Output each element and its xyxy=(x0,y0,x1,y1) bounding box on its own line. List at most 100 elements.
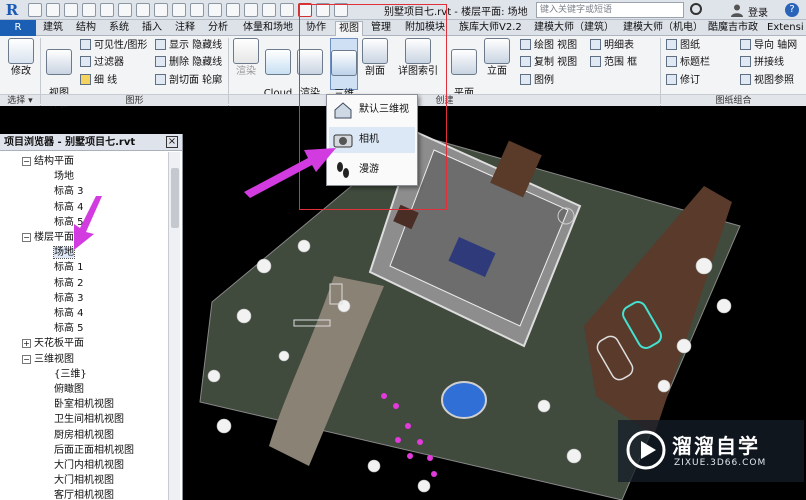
tree-item[interactable]: 大门内相机视图 xyxy=(54,458,124,473)
schedules-button[interactable]: 明细表 xyxy=(590,39,634,52)
print-icon[interactable] xyxy=(118,3,132,17)
tree-item[interactable]: 客厅相机视图 xyxy=(54,488,114,500)
save-icon[interactable] xyxy=(46,3,60,17)
file-tab[interactable]: R xyxy=(0,20,36,36)
tree-item[interactable]: 俯瞰图 xyxy=(54,382,84,397)
section-icon[interactable] xyxy=(226,3,240,17)
collapse-icon[interactable]: − xyxy=(22,157,31,166)
login-link[interactable]: 登录 xyxy=(748,4,768,19)
sheet-button[interactable]: 图纸 xyxy=(666,39,700,52)
tab-modeling-mep[interactable]: 建模大师（机电） xyxy=(620,21,706,36)
tab-manage[interactable]: 管理 xyxy=(368,21,394,36)
legends-button[interactable]: 图例 xyxy=(520,74,554,87)
tree-item[interactable]: 标高 5 xyxy=(54,321,84,336)
tree-item[interactable]: 厨房相机视图 xyxy=(54,428,114,443)
tree-item[interactable]: 标高 4 xyxy=(54,306,84,321)
close-hidden-icon[interactable] xyxy=(262,3,276,17)
render-button[interactable]: 渲染 xyxy=(232,38,260,77)
collapse-icon[interactable]: − xyxy=(22,233,31,242)
tree-item[interactable]: {三维} xyxy=(54,367,87,382)
section-button[interactable]: 剖面 xyxy=(362,38,388,77)
camera-item[interactable]: 相机 xyxy=(329,127,415,153)
title-block-button[interactable]: 标题栏 xyxy=(666,56,710,69)
duplicate-view-button[interactable]: 复制 视图 xyxy=(520,56,577,69)
tree-item[interactable]: 标高 1 xyxy=(54,260,84,275)
tree-group[interactable]: − 楼层平面 xyxy=(22,230,74,245)
elevation-button[interactable]: 立面 xyxy=(484,38,510,77)
tree-item[interactable]: 后面正面相机视图 xyxy=(54,443,134,458)
callout-button[interactable]: 详图索引 xyxy=(394,38,442,77)
tab-annotate[interactable]: 注释 xyxy=(172,21,198,36)
walkthrough-item[interactable]: 漫游 xyxy=(329,157,415,183)
undo-icon[interactable] xyxy=(82,3,96,17)
tab-insert[interactable]: 插入 xyxy=(139,21,165,36)
collapse-icon[interactable]: − xyxy=(22,354,31,364)
tree-item[interactable]: 标高 3 xyxy=(54,291,84,306)
help-icon[interactable]: ? xyxy=(785,3,799,17)
qat-customize-icon[interactable] xyxy=(334,3,348,17)
user-icon[interactable] xyxy=(730,3,744,17)
revit-logo-icon[interactable]: R xyxy=(3,1,21,19)
expand-icon[interactable]: + xyxy=(22,339,31,349)
tree-item[interactable]: 标高 3 xyxy=(54,184,84,199)
tab-massing-site[interactable]: 体量和场地 xyxy=(240,21,296,36)
tab-modeling-arch[interactable]: 建模大师（建筑） xyxy=(531,21,617,36)
qat-view-icon[interactable] xyxy=(298,3,312,17)
tree-item[interactable]: 场地 xyxy=(53,245,75,260)
default-3d-icon[interactable] xyxy=(208,3,222,17)
redo-icon[interactable] xyxy=(100,3,114,17)
tab-municipal[interactable]: 酷魔吉市政 xyxy=(705,21,761,36)
tree-group[interactable]: − 三维视图 xyxy=(22,352,74,367)
view-reference-button[interactable]: 视图参照 xyxy=(740,74,794,87)
visibility-graphics-button[interactable]: 可见性/图形 xyxy=(80,39,147,52)
thin-lines-button[interactable]: 细 线 xyxy=(80,74,117,87)
tag-icon[interactable] xyxy=(172,3,186,17)
search-icon[interactable] xyxy=(690,3,702,15)
open-icon[interactable] xyxy=(28,3,42,17)
revisions-button[interactable]: 修订 xyxy=(666,74,700,87)
default-3d-view-item[interactable]: 默认三维视图 xyxy=(329,97,415,141)
tab-analyze[interactable]: 分析 xyxy=(205,21,231,36)
tree-item[interactable]: 标高 5 xyxy=(54,215,84,230)
tree-item[interactable]: 标高 4 xyxy=(54,200,84,215)
three-d-view-button[interactable]: 三维 视图 xyxy=(330,38,358,111)
tab-extensions[interactable]: Extensi xyxy=(764,21,806,36)
modify-button[interactable]: 修改 xyxy=(6,38,36,77)
tab-collaborate[interactable]: 协作 xyxy=(303,21,329,36)
matchline-button[interactable]: 拼接线 xyxy=(740,56,784,69)
tab-addins[interactable]: 附加模块 xyxy=(402,21,448,36)
tab-architecture[interactable]: 建筑 xyxy=(40,21,66,36)
remove-hidden-lines-button[interactable]: 删除 隐藏线 xyxy=(155,56,222,69)
tree-item[interactable]: 大门相机视图 xyxy=(54,473,114,488)
tab-structure[interactable]: 结构 xyxy=(73,21,99,36)
tree-group[interactable]: + 天花板平面 xyxy=(22,336,84,351)
sync-icon[interactable] xyxy=(64,3,78,17)
tab-family-library[interactable]: 族库大师V2.2 xyxy=(456,21,525,36)
tab-systems[interactable]: 系统 xyxy=(106,21,132,36)
browser-scrollbar[interactable] xyxy=(168,152,180,500)
close-icon[interactable]: × xyxy=(166,136,178,148)
tree-item[interactable]: 卧室相机视图 xyxy=(54,397,114,412)
tree-item[interactable]: 标高 2 xyxy=(54,276,84,291)
tree-item[interactable]: 场地 xyxy=(54,169,74,184)
tree-item[interactable]: 卫生间相机视图 xyxy=(54,412,124,427)
group-graphics-label: 图形 xyxy=(41,94,228,106)
drafting-view-button[interactable]: 绘图 视图 xyxy=(520,39,577,52)
group-create-label: 创建 xyxy=(229,94,660,106)
guide-grid-button[interactable]: 导向 轴网 xyxy=(740,39,797,52)
show-hidden-lines-button[interactable]: 显示 隐藏线 xyxy=(155,39,222,52)
group-select-label[interactable]: 选择 ▾ xyxy=(0,94,40,106)
text-icon[interactable] xyxy=(190,3,204,17)
cut-profile-button[interactable]: 剖切面 轮廓 xyxy=(155,74,222,87)
thin-lines-icon[interactable] xyxy=(244,3,258,17)
search-input[interactable]: 键入关键字或短语 xyxy=(536,2,684,18)
filters-button[interactable]: 过滤器 xyxy=(80,56,124,69)
scroll-thumb[interactable] xyxy=(171,168,179,228)
dimension-icon[interactable] xyxy=(154,3,168,17)
qat-window-icon[interactable] xyxy=(316,3,330,17)
scope-box-button[interactable]: 范围 框 xyxy=(590,56,637,69)
measure-icon[interactable] xyxy=(136,3,150,17)
tree-group[interactable]: − 结构平面 xyxy=(22,154,74,169)
tab-view[interactable]: 视图 xyxy=(335,21,363,36)
switch-windows-icon[interactable] xyxy=(280,3,294,17)
